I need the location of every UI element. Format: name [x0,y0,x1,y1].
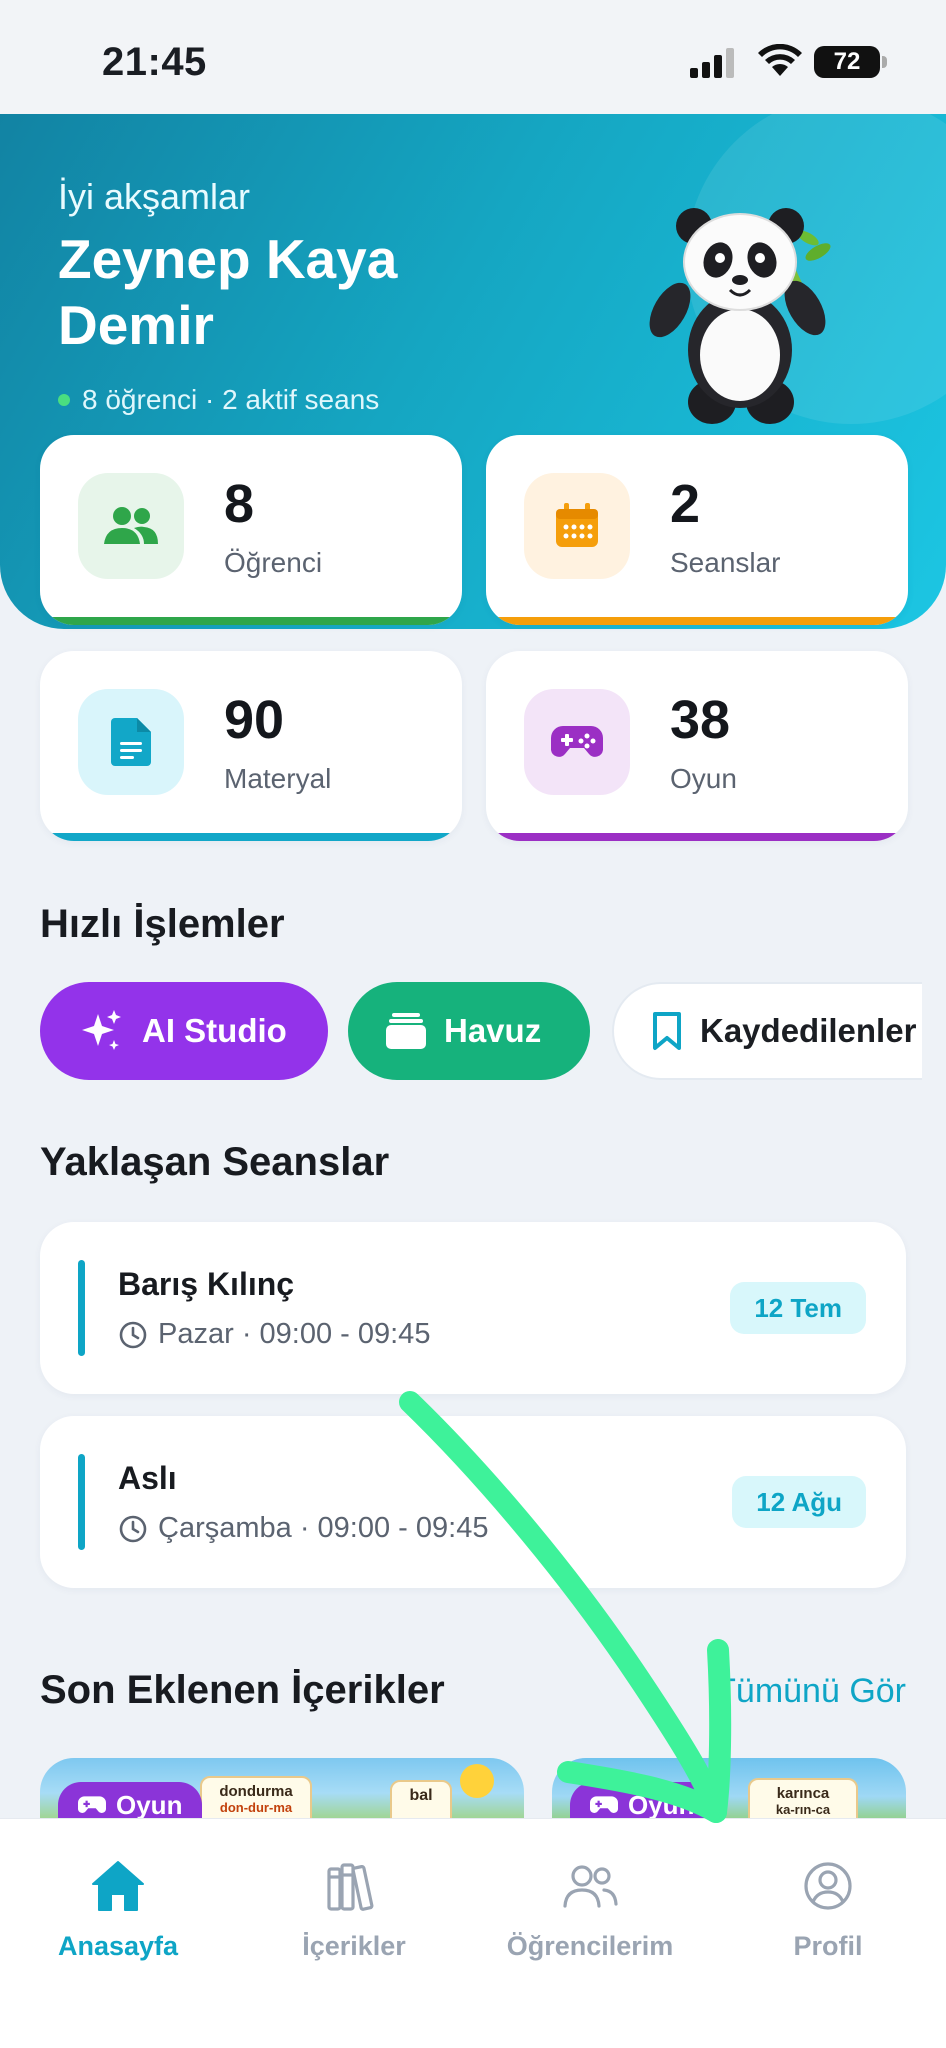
ai-studio-button[interactable]: AI Studio [40,982,328,1080]
thumbnail-syllables: don-dur-ma [219,1800,293,1815]
stat-value: 90 [224,690,285,750]
saved-label: Kaydedilenler [700,1012,917,1049]
thumbnail-syllables: ka-rın-ca [775,1802,831,1817]
nav-label: Anasayfa [57,1931,179,1961]
stat-value: 8 [224,474,255,534]
stat-label: Seanslar [670,547,781,578]
stat-card-students[interactable]: 8 Öğrenci [40,435,462,625]
content-type-label: Oyun [628,1789,695,1820]
nav-label: İçerikler [302,1931,406,1961]
nav-label: Öğrencilerim [506,1931,674,1961]
session-student: Barış Kılınç [118,1266,295,1302]
bottom-navigation: Anasayfa İçerikler Öğrencilerim Profil [0,1818,946,2048]
see-all-link[interactable]: Tümünü Gör [715,1672,906,1711]
recent-content-title: Son Eklenen İçerikler [40,1668,445,1712]
profile-icon [804,1862,852,1910]
sun-icon [460,1764,494,1798]
panda-mascot-icon [649,208,831,424]
session-card[interactable]: Barış Kılınç Pazar · 09:00 - 09:45 12 Te… [40,1222,906,1394]
quick-actions-title: Hızlı İşlemler [40,902,285,946]
stat-label: Öğrenci [224,547,323,578]
session-time-text: Pazar · 09:00 - 09:45 [158,1318,431,1350]
summary-text: 8 öğrenci · 2 aktif seans [82,384,380,415]
session-time: Çarşamba · 09:00 - 09:45 [118,1512,488,1545]
stat-accent-bar [40,833,462,841]
status-bar: 21:45 72 [0,0,946,114]
wifi-icon [758,44,802,76]
session-student: Aslı [118,1460,177,1496]
home-icon [92,1861,144,1911]
online-dot-icon [58,394,70,406]
pool-label: Havuz [444,1012,542,1049]
stat-value: 2 [670,474,701,534]
session-date-badge: 12 Ağu [732,1476,866,1528]
nav-item-students[interactable]: Öğrencilerim [490,1857,690,1962]
hero-summary: 8 öğrenci · 2 aktif seans [58,384,379,416]
ai-studio-label: AI Studio [142,1012,287,1049]
nav-item-home[interactable]: Anasayfa [18,1857,218,1962]
document-icon [78,689,184,795]
thumbnail-word: bal [409,1787,433,1804]
calendar-icon [524,473,630,579]
stat-value: 38 [670,690,731,750]
stat-accent-bar [40,617,462,625]
bookmark-icon [653,1012,681,1050]
clock-icon [119,1515,147,1542]
stat-card-sessions[interactable]: 2 Seanslar [486,435,908,625]
stat-card-games[interactable]: 38 Oyun [486,651,908,841]
battery-indicator: 72 [814,46,887,78]
session-time: Pazar · 09:00 - 09:45 [118,1318,430,1351]
upcoming-sessions-title: Yaklaşan Seanslar [40,1140,390,1184]
students-icon [563,1865,618,1908]
library-icon [327,1863,374,1911]
gamepad-icon [590,1796,618,1813]
gamepad-icon [78,1796,106,1813]
pool-button[interactable]: Havuz [348,982,590,1080]
gamepad-icon [524,689,630,795]
nav-item-contents[interactable]: İçerikler [254,1857,454,1962]
sparkles-icon [82,1010,121,1050]
nav-label: Profil [793,1931,863,1961]
stack-icon [386,1013,426,1049]
user-name: Zeynep Kaya Demir [58,228,398,356]
session-accent-bar [78,1260,85,1356]
thumbnail-word: karınca [776,1785,830,1802]
session-time-text: Çarşamba · 09:00 - 09:45 [158,1512,489,1544]
stat-accent-bar [486,833,908,841]
nav-item-profile[interactable]: Profil [728,1857,928,1962]
session-card[interactable]: Aslı Çarşamba · 09:00 - 09:45 12 Ağu [40,1416,906,1588]
stat-label: Materyal [224,763,332,794]
stat-accent-bar [486,617,908,625]
cellular-signal-icon [690,48,734,78]
status-time: 21:45 [102,40,207,84]
session-date-badge: 12 Tem [730,1282,866,1334]
content-type-label: Oyun [116,1789,183,1820]
thumbnail-word: dondurma [219,1783,293,1800]
stat-label: Oyun [670,763,737,794]
clock-icon [119,1321,147,1348]
session-accent-bar [78,1454,85,1550]
greeting-text: İyi akşamlar [58,176,251,217]
stat-card-materials[interactable]: 90 Materyal [40,651,462,841]
users-icon [78,473,184,579]
saved-button[interactable]: Kaydedilenler [612,982,922,1080]
